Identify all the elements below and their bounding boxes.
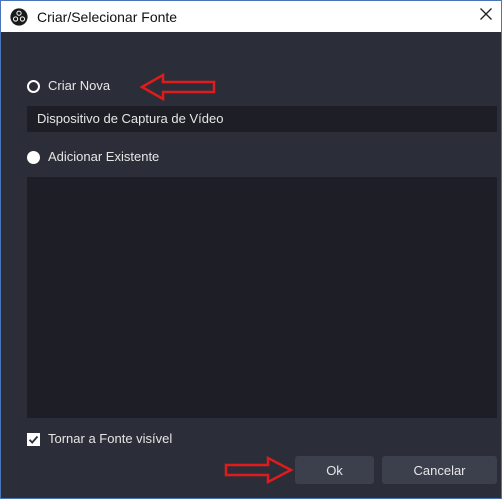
- make-visible-checkbox[interactable]: Tornar a Fonte visível: [27, 431, 172, 447]
- make-visible-label: Tornar a Fonte visível: [48, 431, 173, 446]
- cancel-button[interactable]: Cancelar: [382, 456, 497, 484]
- create-new-radio[interactable]: Criar Nova: [27, 78, 110, 94]
- close-button[interactable]: [471, 1, 501, 32]
- close-icon: [479, 7, 493, 26]
- ok-button[interactable]: Ok: [295, 456, 374, 484]
- add-existing-radio[interactable]: Adicionar Existente: [27, 149, 159, 165]
- source-name-input[interactable]: [27, 106, 497, 132]
- ok-button-label: Ok: [326, 462, 343, 478]
- existing-sources-list[interactable]: [27, 177, 497, 418]
- red-arrow-icon: [139, 72, 216, 102]
- radio-unselected-icon: [27, 79, 40, 93]
- add-existing-label: Adicionar Existente: [48, 149, 160, 164]
- create-new-label: Criar Nova: [48, 78, 111, 93]
- dialog-body: Criar Nova Adicionar Existente Tornar a …: [1, 32, 501, 498]
- window-title: Criar/Selecionar Fonte: [37, 9, 178, 25]
- red-arrow-icon: [224, 455, 294, 485]
- obs-logo-icon: [10, 8, 28, 26]
- checkbox-checked-icon: [27, 432, 40, 446]
- title-bar: Criar/Selecionar Fonte: [1, 1, 501, 32]
- cancel-button-label: Cancelar: [413, 462, 466, 478]
- dialog-window: Criar/Selecionar Fonte Criar Nova Adicio…: [0, 0, 502, 499]
- radio-selected-icon: [27, 150, 40, 164]
